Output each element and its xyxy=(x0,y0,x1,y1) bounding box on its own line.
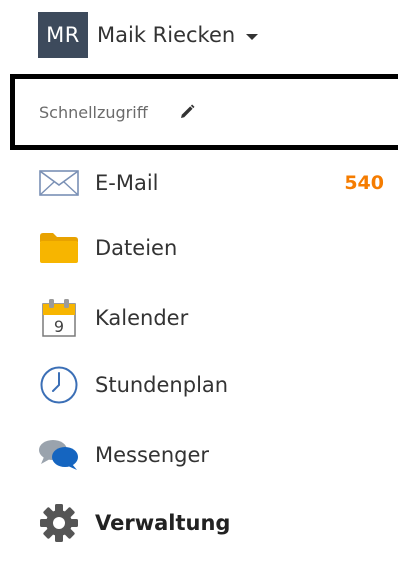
nav-item-admin[interactable]: Verwaltung xyxy=(0,493,398,553)
nav-item-label: Dateien xyxy=(95,236,178,260)
unread-count-badge: 540 xyxy=(344,172,384,194)
app-sidebar: MR Maik Riecken Schnellzugriff E-Mail 54… xyxy=(0,0,398,564)
avatar-initials: MR xyxy=(46,23,80,47)
pencil-icon[interactable] xyxy=(176,101,198,123)
clock-icon xyxy=(38,364,80,406)
calendar-icon: 9 xyxy=(38,297,80,339)
nav-item-label: Messenger xyxy=(95,443,210,467)
nav-item-files[interactable]: Dateien xyxy=(0,218,398,278)
quick-access-label: Schnellzugriff xyxy=(39,102,148,122)
nav-item-email[interactable]: E-Mail 540 xyxy=(0,153,398,213)
gear-icon xyxy=(38,502,80,544)
avatar: MR xyxy=(38,12,88,58)
nav-item-label: Stundenplan xyxy=(95,373,229,397)
nav-item-calendar[interactable]: 9 Kalender xyxy=(0,288,398,348)
caret-down-icon[interactable] xyxy=(246,33,259,40)
user-name: Maik Riecken xyxy=(97,23,236,47)
envelope-icon xyxy=(38,162,80,204)
nav-item-label: Verwaltung xyxy=(95,511,231,535)
nav-item-messenger[interactable]: Messenger xyxy=(0,425,398,485)
folder-icon xyxy=(38,227,80,269)
user-menu[interactable]: MR Maik Riecken xyxy=(38,12,259,58)
chat-bubbles-icon xyxy=(38,434,80,476)
nav-item-label: E-Mail xyxy=(95,171,159,195)
nav-item-timetable[interactable]: Stundenplan xyxy=(0,355,398,415)
calendar-day-text: 9 xyxy=(54,317,64,336)
quick-access-header: Schnellzugriff xyxy=(10,74,398,150)
nav-item-label: Kalender xyxy=(95,306,189,330)
